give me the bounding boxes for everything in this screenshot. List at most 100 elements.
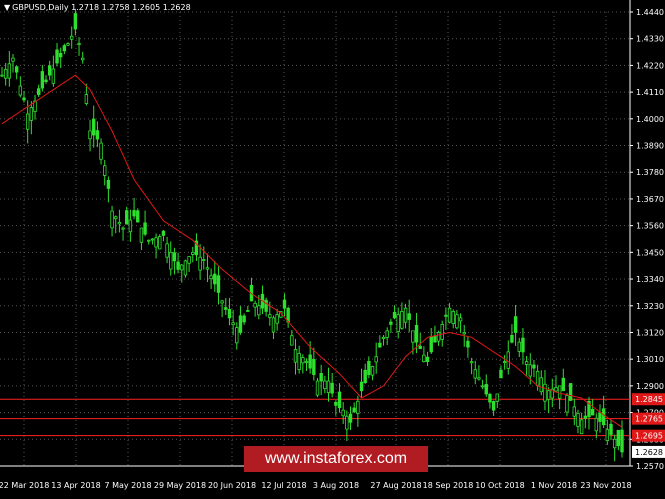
candle-body [161,230,166,236]
candle [381,335,386,346]
candle [546,387,551,414]
candle-body [128,219,133,233]
y-tick-label: 1.3120 [636,328,664,337]
candle-body [58,53,63,58]
candle [389,318,393,333]
price-chart[interactable]: 22 Mar 2018 13 Apr 2018 7 May 2018 29 May 2… [0,0,665,499]
candle-body [546,390,551,400]
candle-body [469,361,474,364]
candle-body [425,356,430,363]
y-tick-label: 1.4330 [636,35,664,44]
candle [132,197,136,220]
candle [106,176,111,203]
candle-body [209,275,213,280]
candle [176,252,180,274]
y-tick-label: 1.2570 [636,462,664,471]
candle [579,412,584,435]
candle [587,396,591,430]
candle-body [385,330,389,338]
candle-body [132,210,136,217]
candle [183,259,188,278]
candle-body [125,210,129,225]
candle [341,402,345,425]
candle-body [139,227,144,243]
candle-body [92,118,96,136]
candle [367,356,371,379]
candles [0,8,624,462]
candle [488,392,492,409]
y-tick-label: 1.4220 [636,61,664,70]
candle-body [18,85,23,96]
candle [572,398,577,426]
candle-body [169,251,173,270]
candle [429,327,433,354]
candle-body [513,316,518,333]
candle [293,338,298,375]
chart-window[interactable]: 22 Mar 2018 13 Apr 2018 7 May 2018 29 May 2… [0,0,665,499]
candle [601,395,606,429]
candle-body [315,380,320,396]
candle [110,205,114,237]
candle-body [99,142,103,160]
candle-body [308,354,312,369]
candle [271,315,276,340]
candle [44,75,48,84]
candle [605,419,610,445]
level-label-text: 1.2765 [635,415,663,424]
candle-body [579,419,584,435]
candle-body [7,63,12,79]
candle [227,297,232,326]
candle [609,419,613,441]
candle [312,347,316,381]
candle-body [11,57,15,62]
candle-body [561,377,566,392]
candle-body [473,369,477,379]
candle [510,324,514,344]
candle-body [227,308,232,319]
candle [557,385,562,410]
candle [352,402,356,414]
candle [396,307,400,339]
candle-body [198,256,202,271]
candle-body [612,438,617,449]
candle [502,355,507,370]
candle [326,367,331,402]
candle-body [88,130,92,140]
candle [473,360,477,385]
x-tick-label: 22 Mar 2018 [0,481,49,490]
candle [194,233,199,261]
candle-body [477,377,481,380]
candle-body [304,361,309,364]
candle-body [55,49,59,64]
candle [385,327,389,345]
candle-body [502,361,507,364]
candle-body [528,364,532,377]
triangle-down-icon[interactable]: ▼ [4,3,10,12]
watermark-banner: www.instaforex.com [244,446,428,472]
symbol-header: ▼ GBPUSD,Daily 1.2718 1.2758 1.2605 1.262… [4,3,191,12]
candle [422,346,426,363]
y-tick-label: 1.3670 [636,195,664,204]
candle-body [594,417,599,432]
level-price-label: 1.2765 [632,412,665,425]
candle [99,138,103,165]
candle [216,266,221,305]
candle-body [447,307,452,323]
candle [495,393,499,408]
candle [433,325,437,343]
candle-body [282,299,287,309]
candle-body [400,311,404,329]
candle [286,306,290,328]
candle [51,55,56,87]
candle [246,305,250,312]
candle [220,299,224,318]
candle [348,406,353,430]
candle [231,309,235,336]
candle [323,375,327,394]
candle [0,66,4,78]
candle [451,309,455,329]
candle [370,365,375,381]
candle-body [521,337,525,353]
candle [550,378,554,408]
candle [14,65,19,80]
